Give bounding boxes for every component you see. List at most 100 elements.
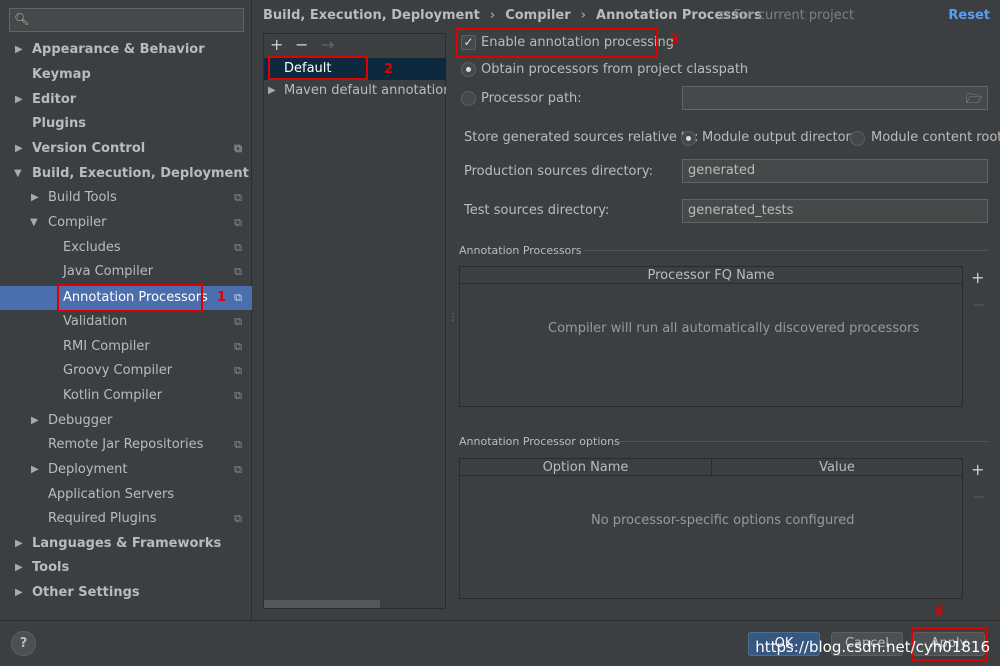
profiles-toolbar: + − →	[263, 33, 446, 57]
remove-option-button[interactable]: −	[972, 487, 985, 506]
profiles-scrollbar[interactable]	[264, 600, 380, 608]
project-scope-icon: ⧉	[234, 315, 242, 328]
expand-arrow-icon[interactable]: ▶	[15, 581, 23, 605]
enable-annotation-checkbox[interactable]: ✓	[461, 35, 476, 50]
processors-table[interactable]: Processor FQ Name Compiler will run all …	[459, 266, 963, 407]
breadcrumb-separator: ›	[489, 8, 496, 23]
sidebar-item-keymap[interactable]: Keymap	[0, 63, 252, 87]
sidebar-item-appearance[interactable]: ▶ Appearance & Behavior	[0, 38, 252, 62]
move-profile-button[interactable]: →	[321, 35, 334, 54]
folder-icon[interactable]: 🗁	[966, 90, 982, 112]
test-dir-label: Test sources directory:	[464, 203, 610, 218]
annotation-number: 1	[217, 290, 227, 305]
option-name-column-header[interactable]: Option Name	[460, 459, 712, 476]
search-field[interactable]: 🔍︎	[9, 8, 244, 32]
breadcrumb-separator: ›	[580, 8, 587, 23]
breadcrumb-item[interactable]: Build, Execution, Deployment	[263, 8, 480, 23]
project-scope-icon: ⧉	[234, 191, 242, 204]
sidebar-item-validation[interactable]: Validation ⧉	[0, 310, 252, 334]
production-dir-label: Production sources directory:	[464, 164, 653, 179]
watermark: https://blog.csdn.net/cyh01816	[755, 638, 990, 656]
option-value-column-header[interactable]: Value	[712, 459, 962, 476]
expand-arrow-icon[interactable]: ▶	[15, 38, 23, 62]
sidebar-item-build-tools[interactable]: ▶ Build Tools ⧉	[0, 186, 252, 210]
processors-group-title: Annotation Processors	[459, 244, 582, 257]
annotation-number: 4	[934, 605, 944, 620]
project-scope-icon: ⧉	[234, 512, 242, 525]
group-divider	[619, 441, 988, 442]
splitter-handle[interactable]: ⋮	[448, 312, 458, 323]
reset-link[interactable]: Reset	[948, 8, 990, 23]
add-processor-button[interactable]: +	[971, 268, 984, 287]
sidebar-item-tools[interactable]: ▶ Tools	[0, 556, 252, 580]
module-output-radio[interactable]	[681, 131, 696, 146]
expand-arrow-icon[interactable]: ▶	[15, 88, 23, 112]
breadcrumb: Build, Execution, Deployment › Compiler › An…	[263, 8, 762, 23]
breadcrumb-item[interactable]: Compiler	[505, 8, 570, 23]
sidebar-item-languages[interactable]: ▶ Languages & Frameworks	[0, 532, 252, 556]
test-dir-field[interactable]: generated_tests	[682, 199, 988, 223]
project-scope-icon: ⧉	[234, 241, 242, 254]
settings-sidebar: 🔍︎ ▶ Appearance & Behavior Keymap ▶ Edit…	[0, 0, 252, 620]
expand-arrow-icon[interactable]: ▶	[15, 137, 23, 161]
group-divider	[584, 250, 988, 251]
module-output-label: Module output directory	[702, 130, 859, 145]
project-scope-icon: ⧉	[234, 340, 242, 353]
sidebar-item-java-compiler[interactable]: Java Compiler ⧉	[0, 260, 252, 284]
options-empty-text: No processor-specific options configured	[591, 513, 855, 528]
remove-profile-button[interactable]: −	[295, 35, 308, 54]
sidebar-item-application-servers[interactable]: Application Servers	[0, 483, 252, 507]
processor-path-radio[interactable]	[461, 91, 476, 106]
sidebar-item-excludes[interactable]: Excludes ⧉	[0, 236, 252, 260]
collapse-arrow-icon[interactable]: ▼	[30, 211, 38, 235]
sidebar-item-rmi-compiler[interactable]: RMI Compiler ⧉	[0, 335, 252, 359]
sidebar-item-editor[interactable]: ▶ Editor	[0, 88, 252, 112]
sidebar-item-required-plugins[interactable]: Required Plugins ⧉	[0, 507, 252, 531]
project-scope-icon: ⧉	[234, 291, 242, 304]
profile-item-maven[interactable]: ▶ Maven default annotation processors pr…	[264, 80, 446, 102]
sidebar-item-groovy-compiler[interactable]: Groovy Compiler ⧉	[0, 359, 252, 383]
project-scope-icon: ⧉	[234, 389, 242, 402]
obtain-classpath-label: Obtain processors from project classpath	[481, 62, 749, 77]
module-content-label: Module content root	[871, 130, 1000, 145]
help-button[interactable]: ?	[11, 631, 36, 656]
add-profile-button[interactable]: +	[270, 35, 283, 54]
sidebar-item-kotlin-compiler[interactable]: Kotlin Compiler ⧉	[0, 384, 252, 408]
profile-item-default[interactable]: Default	[264, 58, 446, 80]
expand-arrow-icon[interactable]: ▶	[31, 409, 39, 433]
project-scope-icon: ⧉	[234, 216, 242, 229]
expand-arrow-icon[interactable]: ▶	[31, 186, 39, 210]
sidebar-item-build-execution[interactable]: ▼ Build, Execution, Deployment	[0, 162, 252, 186]
expand-arrow-icon[interactable]: ▶	[268, 80, 276, 102]
scope-indicator: ⧉ For current project	[720, 8, 855, 23]
store-generated-label: Store generated sources relative to:	[464, 130, 699, 145]
enable-annotation-label: Enable annotation processing	[481, 35, 674, 50]
options-group-title: Annotation Processor options	[459, 435, 620, 448]
expand-arrow-icon[interactable]: ▶	[31, 458, 39, 482]
obtain-classpath-radio[interactable]	[461, 62, 476, 77]
annotation-number: 2	[384, 62, 394, 77]
sidebar-item-debugger[interactable]: ▶ Debugger	[0, 409, 252, 433]
options-table[interactable]: Option Name Value No processor-specific …	[459, 458, 963, 599]
annotation-number: 3	[670, 33, 680, 48]
processor-path-label: Processor path:	[481, 91, 582, 106]
project-scope-icon: ⧉	[234, 364, 242, 377]
sidebar-item-compiler[interactable]: ▼ Compiler ⧉	[0, 211, 252, 235]
sidebar-item-remote-jar[interactable]: Remote Jar Repositories ⧉	[0, 433, 252, 457]
collapse-arrow-icon[interactable]: ▼	[14, 162, 22, 186]
module-content-radio[interactable]	[850, 131, 865, 146]
search-icon: 🔍︎	[14, 12, 30, 26]
expand-arrow-icon[interactable]: ▶	[15, 532, 23, 556]
production-dir-field[interactable]: generated	[682, 159, 988, 183]
expand-arrow-icon[interactable]: ▶	[15, 556, 23, 580]
add-option-button[interactable]: +	[971, 460, 984, 479]
sidebar-item-other-settings[interactable]: ▶ Other Settings	[0, 581, 252, 605]
processor-name-column-header[interactable]: Processor FQ Name	[460, 267, 962, 284]
remove-processor-button[interactable]: −	[972, 295, 985, 314]
sidebar-item-plugins[interactable]: Plugins	[0, 112, 252, 136]
sidebar-item-annotation-processors[interactable]: Annotation Processors ⧉	[0, 286, 252, 310]
sidebar-item-version-control[interactable]: ▶ Version Control ⧉	[0, 137, 252, 161]
processor-path-field[interactable]	[682, 86, 988, 110]
project-scope-icon: ⧉	[234, 438, 242, 451]
sidebar-item-deployment[interactable]: ▶ Deployment ⧉	[0, 458, 252, 482]
